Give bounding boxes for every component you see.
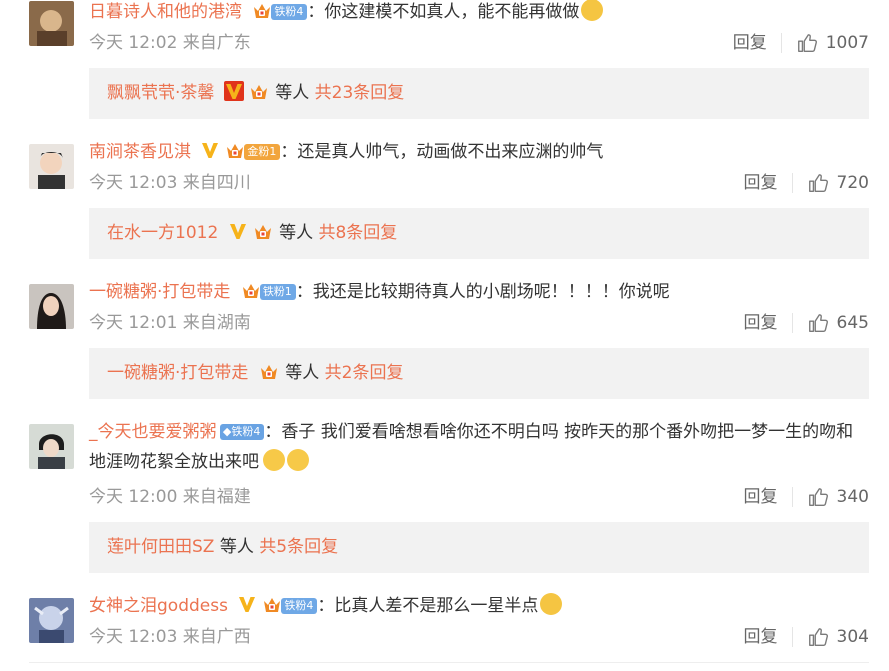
like-button[interactable]: 304 xyxy=(807,625,869,649)
comment-username[interactable]: 一碗糖粥·打包带走 xyxy=(89,282,230,302)
comment-time-location: 今天 12:00 来自福建 xyxy=(89,487,251,507)
eye-roll-emoji-icon xyxy=(540,593,563,615)
sub-replies-box[interactable]: 在水一方1012 等人 共8条回复 xyxy=(89,208,869,259)
avatar[interactable] xyxy=(29,1,74,46)
crown-icon xyxy=(261,595,283,615)
avatar[interactable] xyxy=(29,424,74,469)
comment-time-location: 今天 12:01 来自湖南 xyxy=(89,313,251,333)
avatar[interactable] xyxy=(29,598,74,643)
comment-text: ：你这建模不如真人，能不能再做做 xyxy=(307,2,580,22)
comment-username[interactable]: _今天也要爱粥粥 xyxy=(89,422,217,442)
crying-emoji-icon xyxy=(263,449,285,471)
fan-badge: ◆铁粉4 xyxy=(219,424,265,440)
sub-reply-etc: 等人 xyxy=(219,537,254,557)
divider xyxy=(29,662,869,663)
fan-badge: 铁粉1 xyxy=(259,284,296,300)
comment-username[interactable]: 女神之泪goddess xyxy=(89,596,228,616)
like-button[interactable]: 340 xyxy=(807,485,869,509)
sub-reply-user[interactable]: 飘飘茕茕·茶馨 xyxy=(107,83,214,103)
thumbs-up-icon xyxy=(807,172,829,194)
sub-reply-total[interactable]: 共2条回复 xyxy=(325,363,404,383)
divider xyxy=(791,173,793,193)
like-button[interactable]: 645 xyxy=(807,311,869,335)
doge-emoji-icon xyxy=(581,0,604,21)
sub-reply-etc: 等人 xyxy=(279,223,314,243)
like-button[interactable]: 1007 xyxy=(796,31,869,55)
crown-icon xyxy=(224,141,246,161)
like-count: 340 xyxy=(836,487,869,507)
crown-icon xyxy=(258,362,280,382)
vip-v-icon xyxy=(200,140,220,160)
comment-text: ：我还是比较期待真人的小剧场呢！！！！你说呢 xyxy=(295,282,670,302)
sub-reply-user[interactable]: 在水一方1012 xyxy=(107,223,218,243)
comment-time-location: 今天 12:03 来自广西 xyxy=(89,627,251,647)
fan-badge: 铁粉4 xyxy=(271,4,308,20)
like-count: 304 xyxy=(836,627,869,647)
thumbs-up-icon xyxy=(807,312,829,334)
vip-v-icon xyxy=(237,594,257,614)
sub-reply-etc: 等人 xyxy=(275,83,310,103)
like-count: 1007 xyxy=(825,33,869,53)
comment-time-location: 今天 12:02 来自广东 xyxy=(89,33,251,53)
sub-reply-total[interactable]: 共23条回复 xyxy=(315,83,405,103)
divider xyxy=(791,627,793,647)
sub-reply-total[interactable]: 共5条回复 xyxy=(259,537,338,557)
reply-button[interactable]: 回复 xyxy=(744,311,778,335)
thumbs-up-icon xyxy=(796,32,818,54)
comment-time-location: 今天 12:03 来自四川 xyxy=(89,173,251,193)
thumbs-up-icon xyxy=(807,486,829,508)
reply-button[interactable]: 回复 xyxy=(744,485,778,509)
fan-badge: 金粉1 xyxy=(244,144,281,160)
fan-badge-label: 铁粉4 xyxy=(231,425,261,438)
sub-replies-box[interactable]: 飘飘茕茕·茶馨 等人 共23条回复 xyxy=(89,68,869,119)
crown-icon xyxy=(251,1,273,21)
reply-button[interactable]: 回复 xyxy=(733,31,767,55)
divider xyxy=(780,33,782,53)
avatar[interactable] xyxy=(29,284,74,329)
sub-reply-user[interactable]: 莲叶何田田SZ xyxy=(107,537,214,557)
comment-username[interactable]: 南涧茶香见淇 xyxy=(89,142,191,162)
like-count: 720 xyxy=(836,173,869,193)
thumbs-up-icon xyxy=(807,626,829,648)
comment-username[interactable]: 日暮诗人和他的港湾 xyxy=(89,2,242,22)
vip-v-icon xyxy=(228,221,248,241)
avatar[interactable] xyxy=(29,144,74,189)
like-count: 645 xyxy=(836,313,869,333)
crying-emoji-icon xyxy=(287,449,309,471)
vip-v-icon xyxy=(223,81,244,101)
crown-icon xyxy=(252,222,274,242)
sub-reply-etc: 等人 xyxy=(285,363,320,383)
like-button[interactable]: 720 xyxy=(807,171,869,195)
sub-replies-box[interactable]: 一碗糖粥·打包带走 等人 共2条回复 xyxy=(89,348,869,399)
crown-icon xyxy=(240,281,262,301)
comment-text: ：还是真人帅气，动画做不出来应渊的帅气 xyxy=(280,142,604,162)
divider xyxy=(791,313,793,333)
sub-reply-total[interactable]: 共8条回复 xyxy=(318,223,397,243)
reply-button[interactable]: 回复 xyxy=(744,171,778,195)
divider xyxy=(791,487,793,507)
comment-text: ：比真人差不是那么一星半点 xyxy=(317,596,539,616)
crown-icon xyxy=(248,82,270,102)
fan-badge: 铁粉4 xyxy=(281,598,318,614)
sub-reply-user[interactable]: 一碗糖粥·打包带走 xyxy=(107,363,248,383)
sub-replies-box[interactable]: 莲叶何田田SZ 等人 共5条回复 xyxy=(89,522,869,573)
reply-button[interactable]: 回复 xyxy=(744,625,778,649)
